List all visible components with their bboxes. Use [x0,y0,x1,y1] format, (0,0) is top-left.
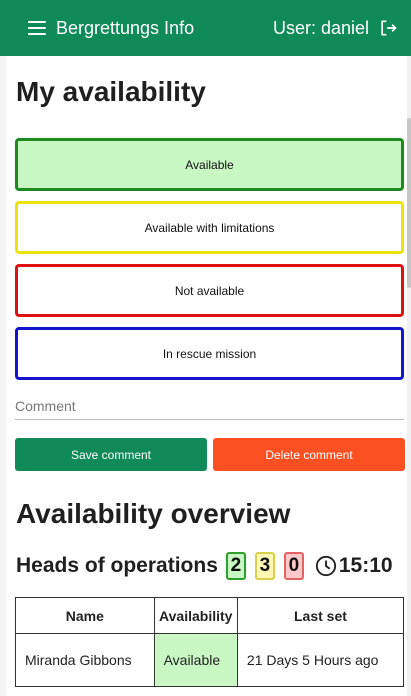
heads-of-operations-row: Heads of operations 2 3 0 15:10 [16,550,408,582]
table-header-name: Name [15,597,155,634]
delete-comment-button[interactable]: Delete comment [213,438,405,471]
app-header: Bergrettungs Info User: daniel [0,0,411,56]
app-title: Bergrettungs Info [56,17,195,38]
clock-icon [315,555,337,577]
user-label: User: daniel [272,17,369,38]
not-available-count-badge: 0 [283,552,304,580]
menu-icon[interactable] [28,21,46,35]
table-header-row: Name Availability Last set [15,597,405,634]
available-button[interactable]: Available [15,138,404,191]
scrollbar-thumb[interactable] [407,118,411,288]
heads-of-operations-label: Heads of operations [16,554,218,577]
page-title: My availability [16,76,206,107]
logout-icon[interactable] [377,17,399,39]
member-name: Miranda Gibbons [15,633,155,687]
member-availability: Available [153,633,238,687]
scrollbar[interactable] [407,56,411,696]
overview-title: Availability overview [16,498,291,529]
comment-input[interactable] [15,392,404,420]
current-time: 15:10 [338,554,393,577]
table-header-last-set: Last set [236,597,405,634]
save-comment-button[interactable]: Save comment [15,438,207,471]
limited-count-badge: 3 [254,552,275,580]
in-rescue-mission-button[interactable]: In rescue mission [15,327,404,380]
main-content: My availability Available Available with… [6,56,408,696]
not-available-button[interactable]: Not available [15,264,404,317]
member-last-set: 21 Days 5 Hours ago [236,633,405,687]
availability-table: Name Availability Last set Miranda Gibbo… [15,597,405,687]
available-with-limitations-button[interactable]: Available with limitations [15,201,404,254]
table-row: Miranda Gibbons Available 21 Days 5 Hour… [15,633,405,687]
user-area: User: daniel [273,17,399,39]
table-header-availability: Availability [153,597,238,634]
available-count-badge: 2 [225,552,246,580]
